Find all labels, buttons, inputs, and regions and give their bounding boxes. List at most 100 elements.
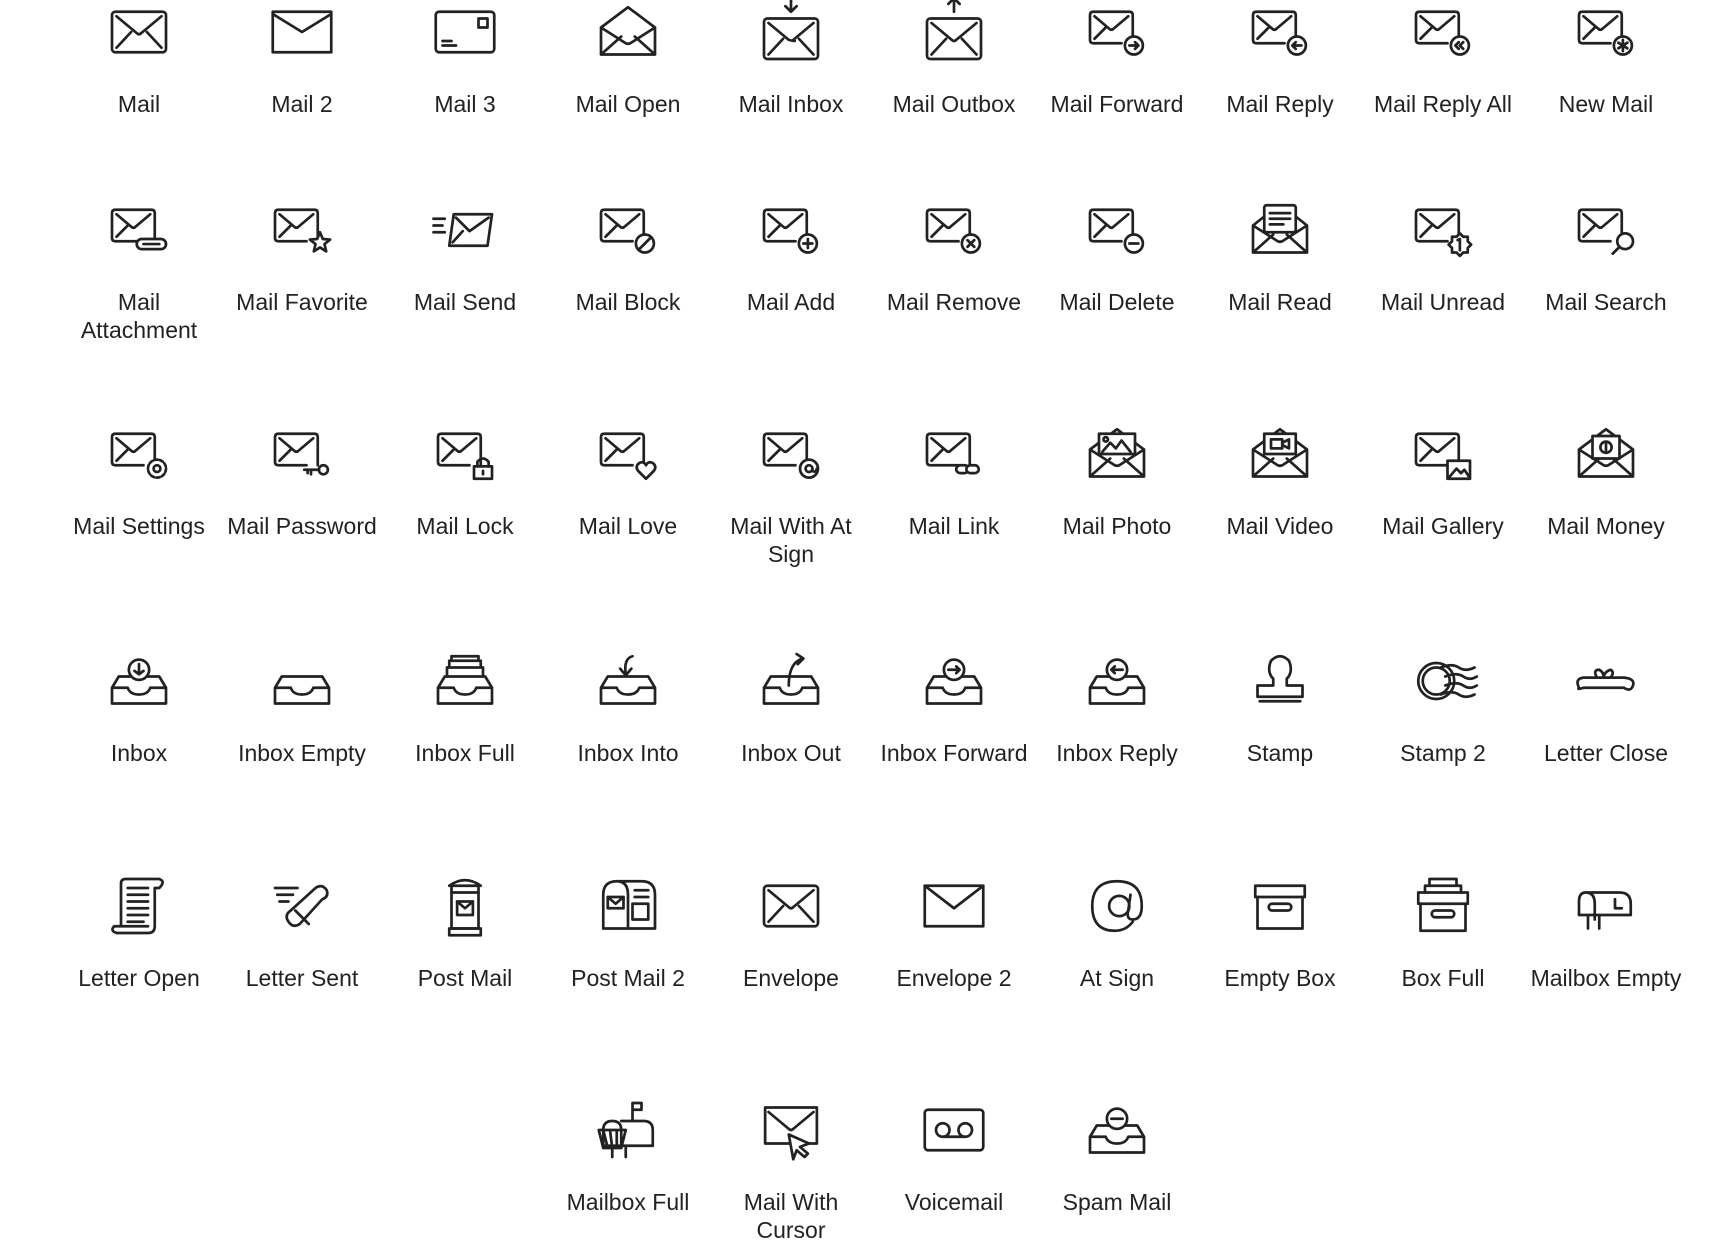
post-mail-2-icon: [592, 870, 664, 942]
mail-open-icon: [592, 0, 664, 68]
icon-label: Inbox Forward: [880, 740, 1028, 766]
icon-label: Inbox Into: [577, 740, 679, 766]
icon-label: Mail Add: [746, 289, 836, 315]
envelope-2-icon: [918, 870, 990, 942]
inbox-reply-icon: [1081, 645, 1153, 717]
letter-open-icon: [103, 870, 175, 942]
icon-label: Mail Send: [413, 289, 517, 315]
post-mail-icon: [429, 870, 501, 942]
mailbox-empty-icon: [1570, 870, 1642, 942]
voicemail-icon: [918, 1094, 990, 1166]
icon-label: Mail Reply All: [1373, 91, 1513, 117]
icon-label: Inbox Out: [741, 740, 841, 766]
icon-label: Letter Close: [1543, 740, 1668, 766]
icon-label: Mail Remove: [886, 289, 1022, 315]
empty-box-icon: [1244, 870, 1316, 942]
mail-read-icon: [1244, 194, 1316, 266]
icon-label: Mail Search: [1545, 289, 1667, 315]
icon-label: Mail Open: [575, 91, 681, 117]
stamp-2-icon: [1407, 645, 1479, 717]
icon-label: Letter Sent: [245, 965, 359, 991]
envelope-icon: [755, 870, 827, 942]
icon-label: Mail Password: [227, 513, 377, 539]
icon-label: Mailbox Full: [566, 1189, 690, 1215]
mail-photo-icon: [1081, 418, 1153, 490]
mail-outbox-icon: [918, 0, 990, 68]
icon-label: Inbox Empty: [238, 740, 366, 766]
mailbox-full-icon: [592, 1094, 664, 1166]
mail-send-icon: [429, 194, 501, 266]
icon-label: Mail Forward: [1050, 91, 1184, 117]
icon-label: Letter Open: [78, 965, 200, 991]
mail-icon: [103, 0, 175, 68]
mail-3-icon: [429, 0, 501, 68]
icon-label: At Sign: [1079, 965, 1155, 991]
icon-label: Mail Reply: [1226, 91, 1334, 117]
mail-delete-icon: [1081, 194, 1153, 266]
icon-label: Box Full: [1401, 965, 1485, 991]
mail-2-icon: [266, 0, 338, 68]
icon-label: Mail Attachment: [80, 289, 198, 343]
icon-label: Empty Box: [1224, 965, 1336, 991]
mail-unread-icon: [1407, 194, 1479, 266]
icon-label: Mail Money: [1547, 513, 1665, 539]
icon-label: Mail Video: [1226, 513, 1334, 539]
mail-favorite-icon: [266, 194, 338, 266]
icon-label: Mail Love: [578, 513, 678, 539]
new-mail-icon: [1570, 0, 1642, 68]
mail-at-sign-icon: [755, 418, 827, 490]
inbox-into-icon: [592, 645, 664, 717]
icon-label: Inbox Full: [415, 740, 515, 766]
mail-reply-all-icon: [1407, 0, 1479, 68]
icon-label: Mail Photo: [1062, 513, 1172, 539]
icon-label: Mail With Cursor: [743, 1189, 839, 1243]
inbox-out-icon: [755, 645, 827, 717]
mail-inbox-icon: [755, 0, 827, 68]
icon-label: Mail Inbox: [738, 91, 844, 117]
mail-block-icon: [592, 194, 664, 266]
mail-remove-icon: [918, 194, 990, 266]
inbox-full-icon: [429, 645, 501, 717]
icon-label: Mailbox Empty: [1530, 965, 1682, 991]
icon-label: Envelope 2: [896, 965, 1012, 991]
mail-add-icon: [755, 194, 827, 266]
icon-label: Mail Block: [575, 289, 681, 315]
icon-label: Spam Mail: [1062, 1189, 1172, 1215]
mail-forward-icon: [1081, 0, 1153, 68]
mail-reply-icon: [1244, 0, 1316, 68]
mail-lock-icon: [429, 418, 501, 490]
at-sign-icon: [1081, 870, 1153, 942]
letter-sent-icon: [266, 870, 338, 942]
mail-gallery-icon: [1407, 418, 1479, 490]
mail-link-icon: [918, 418, 990, 490]
icon-label: Mail Delete: [1059, 289, 1175, 315]
stamp-icon: [1244, 645, 1316, 717]
icon-label: Mail Unread: [1381, 289, 1505, 315]
mail-love-icon: [592, 418, 664, 490]
icon-label: Voicemail: [904, 1189, 1004, 1215]
icon-label: Mail Settings: [73, 513, 205, 539]
spam-mail-icon: [1081, 1094, 1153, 1166]
inbox-empty-icon: [266, 645, 338, 717]
inbox-icon: [103, 645, 175, 717]
icon-label: Mail With At Sign: [730, 513, 852, 567]
icon-label: Post Mail: [417, 965, 513, 991]
icon-label: Post Mail 2: [571, 965, 685, 991]
mail-money-icon: [1570, 418, 1642, 490]
icon-label: Mail Gallery: [1382, 513, 1504, 539]
icon-label: Envelope: [743, 965, 839, 991]
icon-label: New Mail: [1558, 91, 1654, 117]
inbox-forward-icon: [918, 645, 990, 717]
icon-label: Mail: [117, 91, 161, 117]
icon-label: Mail 2: [271, 91, 333, 117]
icon-label: Stamp: [1246, 740, 1314, 766]
icon-label: Mail Outbox: [892, 91, 1016, 117]
icon-label: Mail Read: [1228, 289, 1332, 315]
icon-label: Inbox Reply: [1056, 740, 1178, 766]
mail-video-icon: [1244, 418, 1316, 490]
mail-settings-icon: [103, 418, 175, 490]
icon-label: Stamp 2: [1400, 740, 1486, 766]
letter-close-icon: [1570, 645, 1642, 717]
mail-attachment-icon: [103, 194, 175, 266]
mail-cursor-icon: [755, 1094, 827, 1166]
